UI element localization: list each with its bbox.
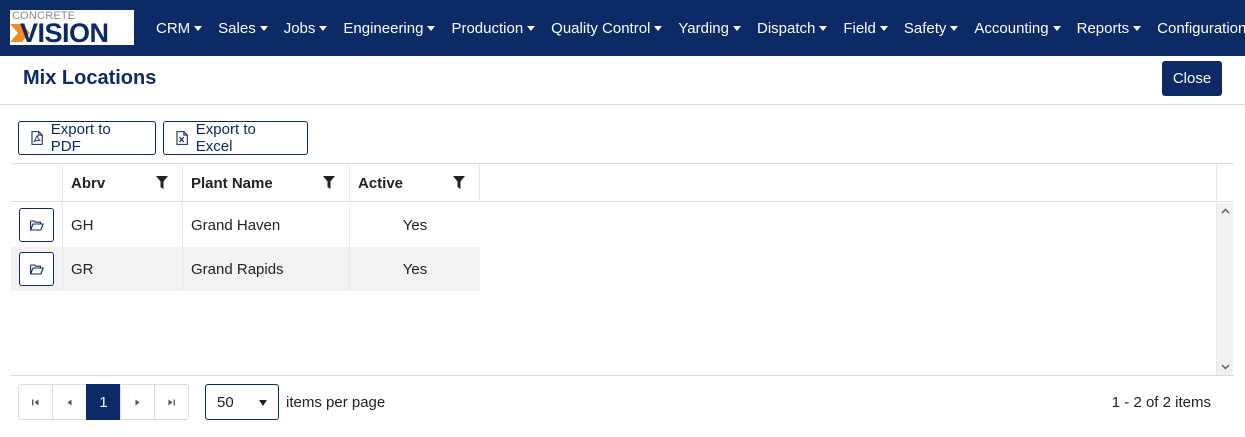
caret-down-icon: [819, 26, 828, 31]
nav-item-sales[interactable]: Sales: [210, 20, 276, 37]
last-page-icon: [168, 399, 175, 405]
previous-page-icon: [67, 399, 72, 405]
nav-item-label: CRM: [156, 19, 191, 37]
header-actions-cell: [11, 164, 63, 202]
nav-item-crm[interactable]: CRM: [148, 20, 210, 37]
nav-item-label: Quality Control: [551, 19, 651, 37]
page-size-value: 50: [217, 393, 234, 411]
caret-down-icon: [194, 26, 203, 31]
nav-item-label: Engineering: [343, 19, 424, 37]
nav-item-engineering[interactable]: Engineering: [335, 20, 443, 37]
first-page-icon: [32, 399, 39, 405]
excel-file-icon: [176, 131, 188, 145]
nav-item-reports[interactable]: Reports: [1069, 20, 1150, 37]
export-excel-label: Export to Excel: [195, 121, 256, 155]
pager-info: 1 - 2 of 2 items: [1111, 394, 1211, 411]
header-scroll-gutter: [1216, 164, 1234, 202]
nav-item-label: Yarding: [678, 19, 729, 37]
caret-down-icon: [1133, 26, 1142, 31]
nav-item-label: Sales: [218, 19, 256, 37]
top-navbar: CONCRETE VISION CRM Sales Jobs Engineeri…: [0, 0, 1245, 56]
logo-text-bottom: VISION: [20, 18, 109, 45]
previous-page-button[interactable]: [52, 384, 87, 420]
nav-item-production[interactable]: Production: [443, 20, 543, 37]
caret-down-icon: [732, 26, 741, 31]
nav-item-label: Production: [451, 19, 524, 37]
cell-abrv: GH: [63, 203, 183, 247]
nav-item-label: Safety: [903, 19, 947, 37]
next-page-icon: [135, 399, 140, 405]
column-header-abrv[interactable]: Abrv: [63, 164, 183, 202]
caret-down-icon: [527, 26, 536, 31]
caret-down-icon: [259, 26, 268, 31]
nav-item-yarding[interactable]: Yarding: [670, 20, 749, 37]
export-pdf-label: Export to PDF: [50, 121, 111, 155]
nav-item-label: Dispatch: [756, 19, 816, 37]
filter-icon[interactable]: [323, 176, 335, 189]
app-logo[interactable]: CONCRETE VISION: [10, 10, 134, 45]
nav-item-field[interactable]: Field: [835, 20, 896, 37]
export-pdf-button[interactable]: Export to PDF: [18, 121, 156, 155]
main-nav-menu: CRM Sales Jobs Engineering Production Qu…: [148, 0, 1245, 56]
nav-item-dispatch[interactable]: Dispatch: [749, 20, 835, 37]
column-header-plant-name[interactable]: Plant Name: [183, 164, 350, 202]
open-record-button[interactable]: [19, 252, 54, 286]
grid-body: GH Grand Haven Yes GR Grand Rapids Yes: [11, 203, 1216, 376]
page-title: Mix Locations: [23, 67, 157, 89]
cell-active: Yes: [402, 260, 428, 278]
scroll-up-icon[interactable]: [1221, 207, 1230, 216]
filter-icon[interactable]: [453, 176, 465, 189]
open-record-button[interactable]: [19, 208, 54, 242]
nav-item-label: Accounting: [974, 19, 1049, 37]
caret-down-icon: [654, 26, 663, 31]
nav-item-label: Reports: [1076, 19, 1130, 37]
page-size-select[interactable]: 50: [205, 384, 279, 420]
pdf-file-icon: [31, 131, 43, 145]
column-header-label: Active: [358, 174, 404, 192]
row-actions-cell: [11, 247, 63, 291]
nav-item-configuration[interactable]: Configuration: [1149, 20, 1245, 37]
grid-vertical-scrollbar[interactable]: [1216, 203, 1233, 375]
caret-down-icon: [427, 26, 436, 31]
nav-item-accounting[interactable]: Accounting: [966, 20, 1068, 37]
filter-icon[interactable]: [156, 176, 168, 189]
column-header-label: Abrv: [71, 174, 106, 192]
nav-item-label: Configuration: [1157, 19, 1245, 37]
cell-abrv: GR: [63, 247, 183, 291]
caret-down-icon: [319, 26, 328, 31]
cell-plant-name: Grand Rapids: [183, 247, 350, 291]
page-number-button[interactable]: 1: [86, 384, 121, 420]
nav-item-label: Field: [843, 19, 876, 37]
scroll-down-icon[interactable]: [1221, 362, 1230, 371]
export-excel-button[interactable]: Export to Excel: [163, 121, 308, 155]
first-page-button[interactable]: [18, 384, 53, 420]
next-page-button[interactable]: [120, 384, 155, 420]
column-header-label: Plant Name: [191, 174, 273, 192]
items-per-page-label: items per page: [286, 394, 386, 411]
nav-item-label: Jobs: [283, 19, 316, 37]
table-row: GR Grand Rapids Yes: [11, 247, 480, 291]
column-header-active[interactable]: Active: [350, 164, 480, 202]
nav-item-jobs[interactable]: Jobs: [276, 20, 336, 37]
mix-locations-grid: Abrv Plant Name Active GH Grand Haven Ye: [11, 163, 1234, 376]
cell-active: Yes: [402, 216, 428, 234]
nav-item-safety[interactable]: Safety: [896, 20, 967, 37]
table-row: GH Grand Haven Yes: [11, 203, 480, 247]
caret-down-icon: [1052, 26, 1061, 31]
folder-open-icon: [29, 263, 44, 275]
folder-open-icon: [29, 219, 44, 231]
caret-down-icon: [879, 26, 888, 31]
pagination: 1: [18, 384, 189, 420]
page-header: Mix Locations Close: [0, 56, 1245, 105]
cell-plant-name: Grand Haven: [183, 203, 350, 247]
grid-header: Abrv Plant Name Active: [11, 164, 1234, 202]
last-page-button[interactable]: [154, 384, 189, 420]
caret-down-icon: [950, 26, 959, 31]
row-actions-cell: [11, 203, 63, 247]
nav-item-quality-control[interactable]: Quality Control: [543, 20, 670, 37]
close-button[interactable]: Close: [1162, 61, 1222, 96]
caret-down-icon: [259, 400, 267, 406]
